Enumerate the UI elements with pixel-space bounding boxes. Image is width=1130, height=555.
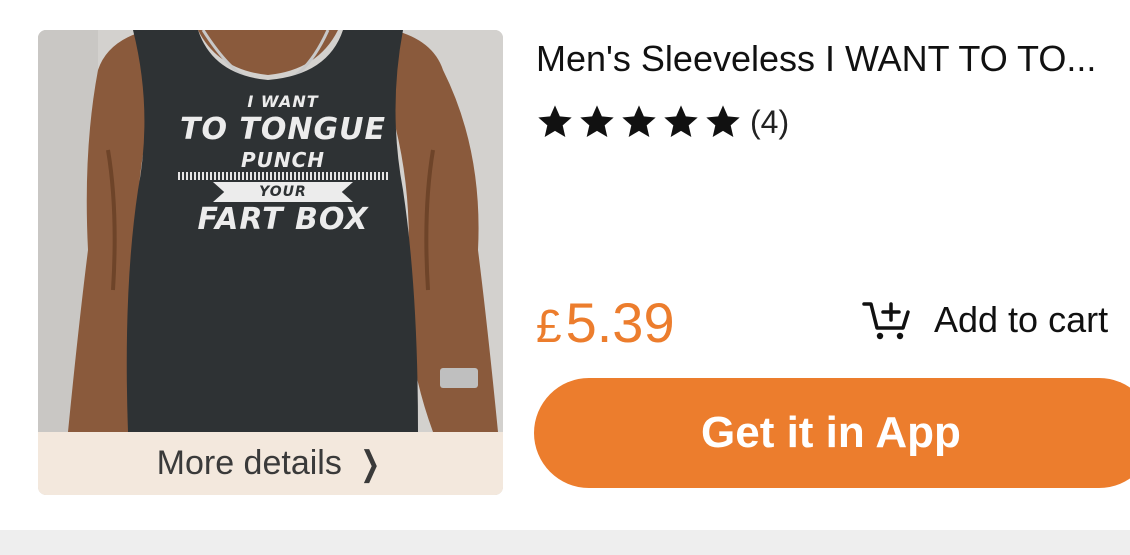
rating-stars	[534, 102, 744, 142]
get-it-in-app-button[interactable]: Get it in App	[534, 378, 1130, 488]
price-amount: 5.39	[565, 291, 675, 354]
cart-plus-icon	[862, 302, 910, 340]
star-icon	[664, 105, 698, 137]
shirt-print-line: TO TONGUE	[180, 112, 386, 147]
more-details-button[interactable]: More details ❯	[38, 432, 503, 495]
rating-count: (4)	[750, 103, 790, 140]
add-to-cart-button[interactable]: Add to cart	[862, 298, 1108, 342]
product-price: £ 5.39	[536, 290, 675, 355]
shirt-print-line: YOUR	[259, 184, 307, 200]
section-divider	[0, 530, 1130, 555]
product-image[interactable]: I WANT TO TONGUE PUNCH YOUR FART BOX Mor…	[38, 30, 503, 495]
shirt-print-line: I WANT	[247, 92, 319, 111]
more-details-label: More details	[156, 444, 342, 482]
chevron-right-icon: ❯	[360, 444, 381, 483]
shirt-print-line: FART BOX	[197, 202, 369, 237]
product-title[interactable]: Men's Sleeveless I WANT TO TO...	[536, 38, 1130, 80]
star-icon	[580, 105, 614, 137]
shirt-print-stripes	[178, 172, 388, 180]
star-icon	[538, 105, 572, 137]
get-app-label: Get it in App	[701, 408, 961, 457]
product-card-screen: I WANT TO TONGUE PUNCH YOUR FART BOX Mor…	[0, 0, 1130, 555]
star-icon	[622, 105, 656, 137]
product-rating: (4)	[534, 102, 789, 142]
product-card[interactable]: I WANT TO TONGUE PUNCH YOUR FART BOX Mor…	[0, 0, 1130, 530]
shirt-print-line: PUNCH	[240, 148, 326, 172]
star-icon	[706, 105, 740, 137]
price-currency: £	[536, 300, 562, 352]
add-to-cart-label: Add to cart	[934, 299, 1109, 340]
